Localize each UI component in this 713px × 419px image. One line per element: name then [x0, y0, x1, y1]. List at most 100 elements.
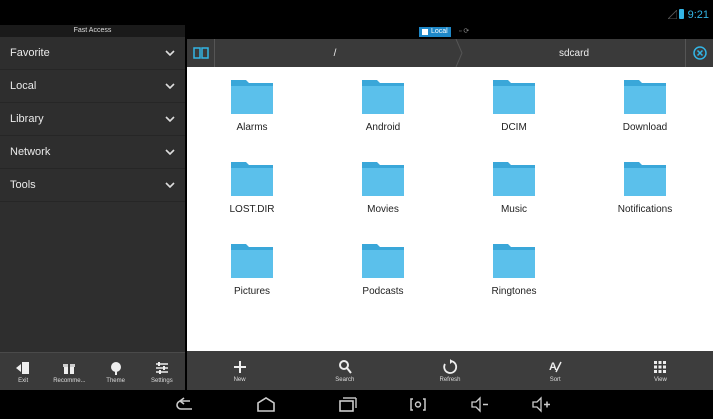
nav-item-label: Network [10, 146, 51, 158]
exit-button[interactable]: Exit [0, 353, 46, 390]
search-label: Search [335, 376, 355, 383]
sort-label: Sort [549, 376, 561, 383]
sort-icon: A [549, 361, 562, 373]
path-bar: / sdcard [187, 39, 713, 67]
volume-up-icon[interactable] [531, 396, 551, 413]
exit-icon [16, 361, 30, 374]
search-icon [338, 359, 352, 374]
home-icon[interactable] [256, 396, 276, 413]
nav-item-label: Favorite [10, 47, 50, 59]
folder-item[interactable]: Ringtones [449, 231, 579, 307]
exit-label: Exit [18, 377, 29, 384]
settings-label: Settings [151, 377, 173, 384]
nav-item-library[interactable]: Library [0, 103, 185, 136]
grid-view-icon [654, 360, 667, 373]
nav-item-label: Tools [10, 179, 36, 191]
folder-name: Android [365, 122, 401, 133]
settings-icon [155, 361, 168, 374]
folder-item[interactable]: Podcasts [318, 231, 448, 307]
folder-item[interactable]: Notifications [580, 149, 710, 225]
phone-icon [422, 29, 428, 35]
recommend-button[interactable]: Recomme... [46, 353, 92, 390]
theme-label: Theme [106, 377, 125, 384]
nav-item-local[interactable]: Local [0, 70, 185, 103]
bottom-toolbar: New Search Refresh A Sort View [187, 351, 713, 390]
folder-name: Alarms [236, 122, 268, 133]
folder-name: Download [622, 122, 668, 133]
theme-icon [110, 361, 121, 375]
folder-icon [231, 162, 273, 196]
clock: 9:21 [687, 9, 709, 21]
refresh-label: Refresh [439, 376, 461, 383]
folder-item[interactable]: Pictures [187, 231, 317, 307]
chevron-down-icon [165, 83, 175, 89]
plus-icon [233, 360, 246, 373]
settings-button[interactable]: Settings [139, 353, 185, 390]
search-button[interactable]: Search [292, 351, 397, 390]
folder-icon [493, 80, 535, 114]
gift-icon [63, 363, 76, 374]
folder-icon [362, 244, 404, 278]
folder-name: LOST.DIR [229, 204, 275, 215]
breadcrumb-root-label: / [333, 47, 337, 59]
nav-item-network[interactable]: Network [0, 136, 185, 169]
folder-item[interactable]: DCIM [449, 67, 579, 143]
folder-name: Movies [367, 204, 399, 215]
view-button[interactable]: View [608, 351, 713, 390]
signal-icon [668, 10, 677, 19]
folder-icon [362, 80, 404, 114]
folder-name: Ringtones [491, 286, 537, 297]
breadcrumb-root[interactable]: / [215, 39, 455, 67]
window-tab-bar: Local ▫ ⟳ [187, 25, 713, 39]
folder-name: DCIM [501, 122, 527, 133]
left-toolbar: Exit Recomme... Theme Settings [0, 352, 185, 390]
view-label: View [653, 376, 667, 383]
nav-item-favorite[interactable]: Favorite [0, 37, 185, 70]
sort-button[interactable]: A Sort [503, 351, 608, 390]
folder-item[interactable]: Movies [318, 149, 448, 225]
folder-icon [493, 244, 535, 278]
new-button[interactable]: New [187, 351, 292, 390]
breadcrumb-separator-icon [455, 39, 463, 67]
recent-apps-icon[interactable] [337, 396, 357, 413]
folder-name: Pictures [233, 286, 271, 297]
file-grid: Alarms Android DCIM Download LOST.DIR Movies M… [187, 67, 713, 351]
folder-name: Music [500, 204, 528, 215]
folder-item[interactable]: LOST.DIR [187, 149, 317, 225]
chevron-down-icon [165, 149, 175, 155]
recommend-label: Recomme... [53, 377, 86, 384]
volume-down-icon[interactable] [470, 396, 490, 413]
nav-item-label: Library [10, 113, 44, 125]
tab-overflow-icon[interactable]: ▫ ⟳ [459, 27, 469, 37]
folder-name: Podcasts [362, 286, 404, 297]
folder-icon [624, 162, 666, 196]
fast-access-header: Fast Access [0, 25, 185, 37]
close-path-button[interactable] [685, 39, 713, 67]
chevron-down-icon [165, 50, 175, 56]
battery-icon [679, 9, 684, 19]
breadcrumb-sdcard-label: sdcard [558, 47, 589, 59]
tab-label: Local [431, 28, 448, 35]
chevron-down-icon [165, 182, 175, 188]
tab-local[interactable]: Local [419, 27, 451, 37]
folder-icon [231, 244, 273, 278]
storage-icon[interactable] [187, 39, 215, 67]
fast-access-panel: Fast Access Favorite Local Library Netwo… [0, 25, 185, 390]
chevron-down-icon [165, 116, 175, 122]
nav-item-label: Local [10, 80, 37, 92]
folder-item[interactable]: Music [449, 149, 579, 225]
folder-icon [624, 80, 666, 114]
new-label: New [233, 376, 246, 383]
folder-icon [362, 162, 404, 196]
folder-item[interactable]: Alarms [187, 67, 317, 143]
refresh-button[interactable]: Refresh [397, 351, 502, 390]
folder-icon [231, 80, 273, 114]
theme-button[interactable]: Theme [93, 353, 139, 390]
breadcrumb-sdcard[interactable]: sdcard [463, 39, 685, 67]
back-icon[interactable] [175, 396, 195, 413]
system-nav-bar [0, 390, 713, 419]
nav-item-tools[interactable]: Tools [0, 169, 185, 202]
folder-item[interactable]: Android [318, 67, 448, 143]
folder-item[interactable]: Download [580, 67, 710, 143]
screenshot-icon[interactable] [408, 396, 428, 413]
